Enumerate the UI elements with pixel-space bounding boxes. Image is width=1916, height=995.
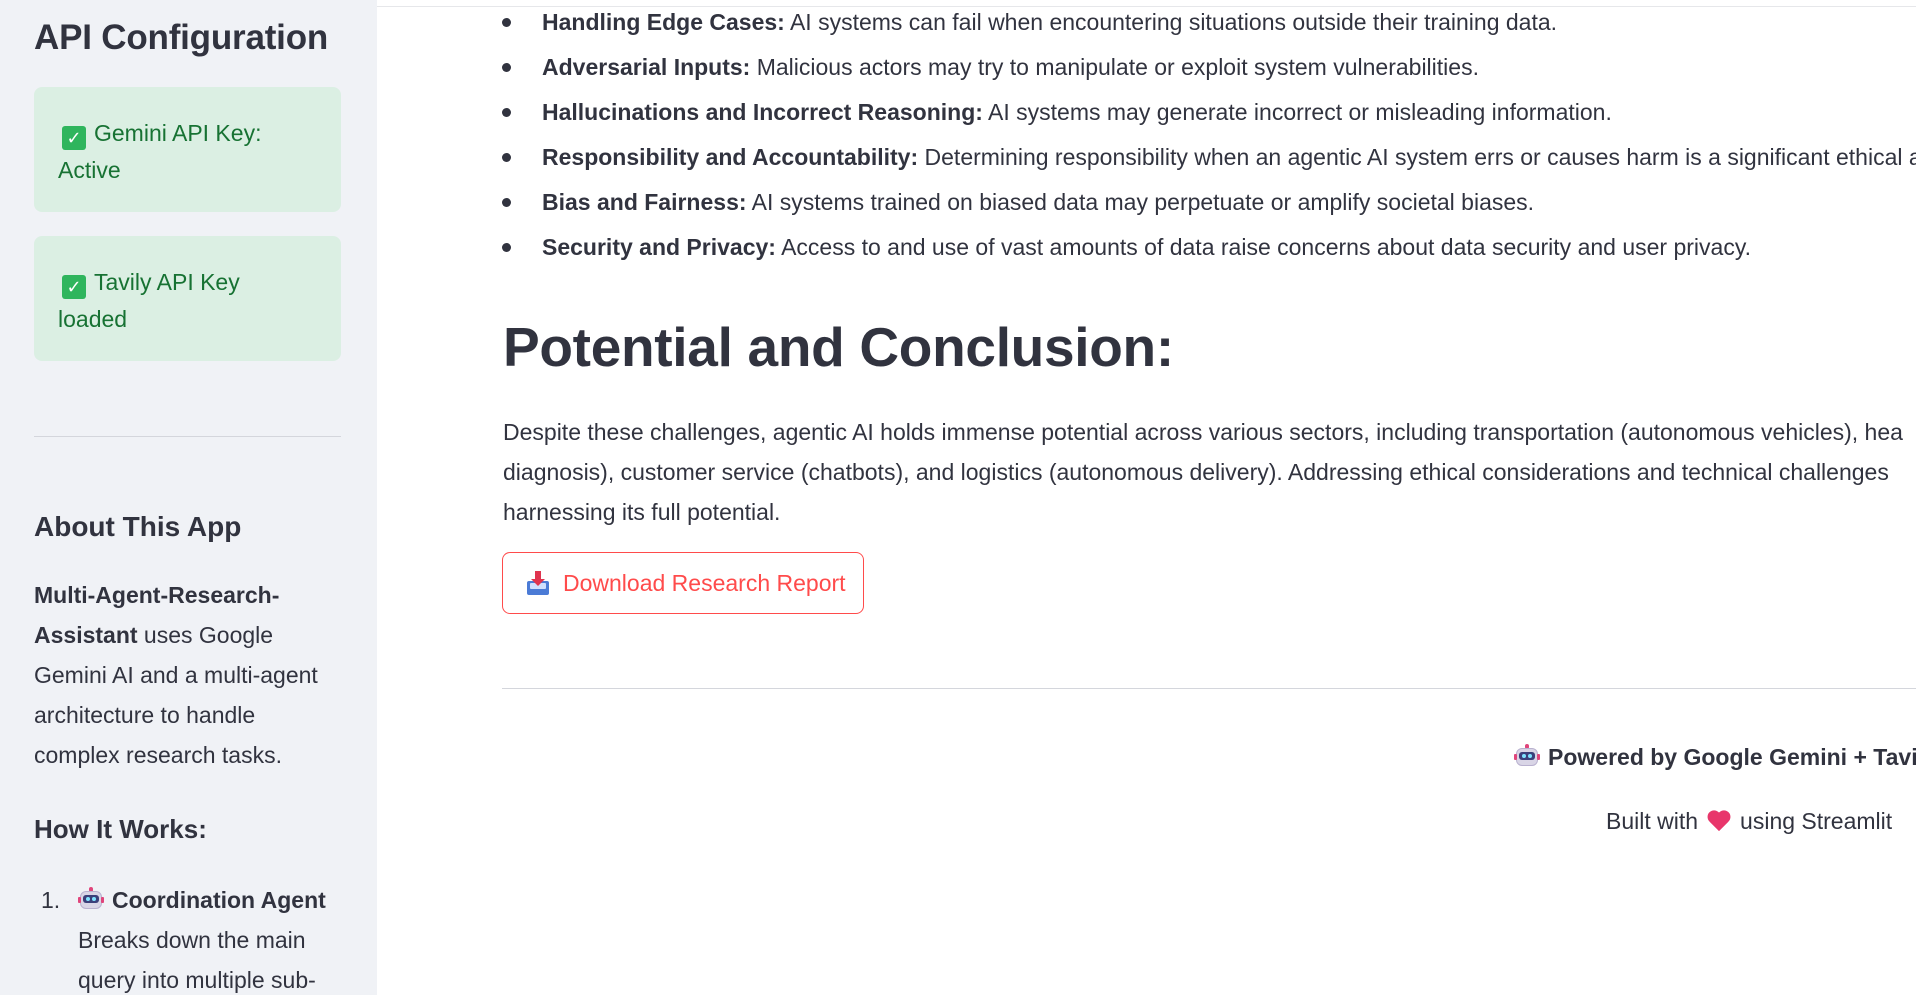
bullet-dot [502,198,511,207]
about-text: Multi-Agent-Research- Assistant uses Goo… [34,575,334,775]
step-desc-line1: Breaks down the main [78,927,306,953]
app-name-line1: Multi-Agent-Research- [34,582,280,608]
inbox-tray-icon [527,571,549,595]
streamlit-app: API Configuration ✓ Gemini API Key: Activ… [0,0,1916,995]
about-text-line2: uses Google [137,622,274,648]
gemini-status-alert: ✓ Gemini API Key: Active [34,87,341,212]
powered-by-text: Powered by Google Gemini + Tavily Search [1514,744,1916,771]
about-text-line3: Gemini AI and a multi-agent [34,662,318,688]
about-text-line5: complex research tasks. [34,742,282,768]
bullet-bold: Adversarial Inputs: [542,54,751,80]
bullet-dot [502,153,511,162]
main-content: Handling Edge Cases: AI systems can fail… [377,7,1916,995]
bullet-text: Access to and use of vast amounts of dat… [775,234,1752,260]
check-mark-icon: ✓ [62,275,86,299]
gemini-status-line2: Active [58,157,121,183]
bullet-bold: Handling Edge Cases: [542,9,785,35]
heart-icon [1706,810,1732,832]
sidebar-divider [34,436,341,437]
download-report-button[interactable]: Download Research Report [502,552,864,614]
paragraph-line: diagnosis), customer service (chatbots),… [503,459,1889,485]
download-button-label: Download Research Report [563,569,846,596]
built-with-text: Built with using Streamlit [1606,808,1892,835]
bullet-bold: Bias and Fairness: [542,189,747,215]
bullet-text: AI systems can fail when encountering si… [784,9,1558,35]
bullet-bold: Responsibility and Accountability: [542,144,919,170]
step-number: 1. [41,887,61,913]
tavily-status-line1: Tavily API Key [94,269,240,295]
about-heading: About This App [34,511,242,542]
bullet-text: AI systems may generate incorrect or mis… [982,99,1612,125]
header-line [377,0,1916,7]
bullet-text: AI systems trained on biased data may pe… [746,189,1535,215]
powered-by-label: Powered by Google Gemini + Tavily Search [1548,744,1916,770]
bullet-bold: Security and Privacy: [542,234,776,260]
paragraph-line: Despite these challenges, agentic AI hol… [503,419,1903,445]
robot-icon [1514,744,1540,768]
tavily-status-alert: ✓ Tavily API Key loaded [34,236,341,361]
bullet-dot [502,243,511,252]
section-heading: Potential and Conclusion: [503,316,1174,378]
bullet-dot [502,63,511,72]
step-body: Coordination Agent Breaks down the main … [78,880,338,995]
bullet-bold: Hallucinations and Incorrect Reasoning: [542,99,983,125]
built-with-prefix: Built with [1606,808,1699,834]
gemini-status-line1: Gemini API Key: [94,120,262,146]
bullet-dot [502,108,511,117]
step-desc-line2: query into multiple sub- [78,967,316,993]
step-name: Coordination Agent [112,887,326,913]
paragraph-line: harnessing its full potential. [503,499,781,525]
check-mark-icon: ✓ [62,126,86,150]
tavily-status-line2: loaded [58,306,128,332]
app-name-line2: Assistant [34,622,138,648]
sidebar-title: API Configuration [34,18,329,57]
robot-icon [78,887,104,911]
bullet-dot [502,18,511,27]
built-with-suffix: using Streamlit [1740,808,1893,834]
about-text-line4: architecture to handle [34,702,256,728]
sidebar: API Configuration ✓ Gemini API Key: Activ… [0,0,377,995]
bullet-text: Determining responsibility when an agent… [918,144,1916,170]
footer-divider [502,688,1916,689]
how-it-works-heading: How It Works: [34,814,207,844]
bullet-text: Malicious actors may try to manipulate o… [750,54,1479,80]
conclusion-paragraph: Despite these challenges, agentic AI hol… [503,412,1916,532]
